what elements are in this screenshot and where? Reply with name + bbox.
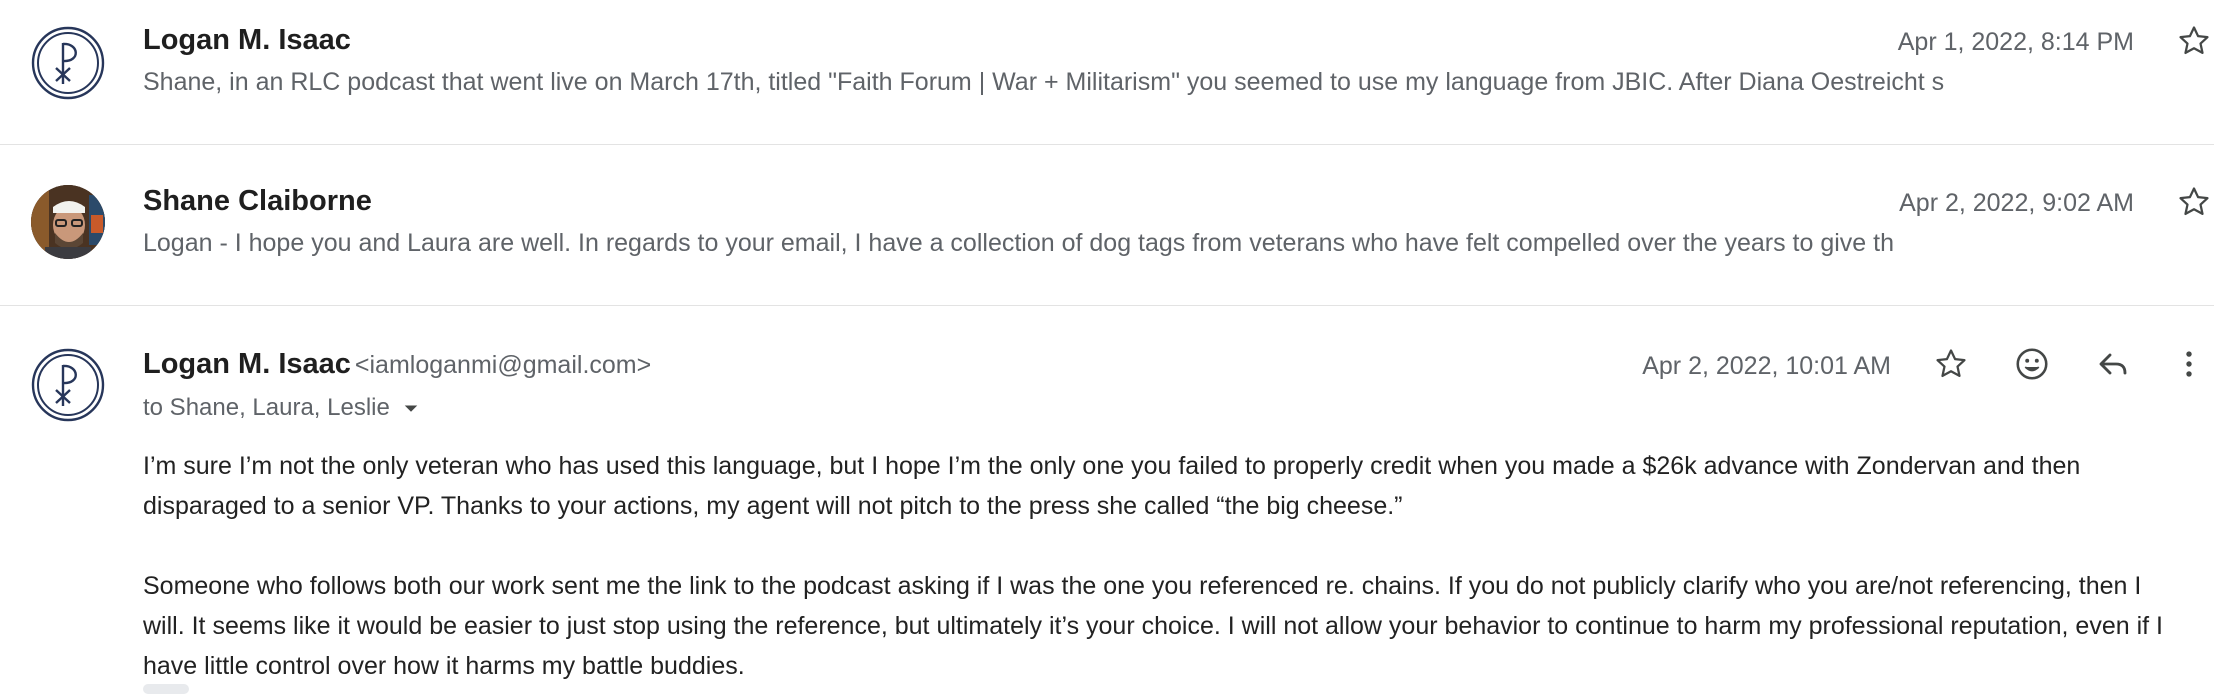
message-body: I’m sure I’m not the only veteran who ha… [143,446,2188,686]
message-date[interactable]: Apr 1, 2022, 8:14 PM [1898,28,2134,57]
chi-rho-logo [31,26,105,100]
chi-rho-logo [31,348,105,422]
star-button[interactable] [2170,178,2214,226]
collapsed-message[interactable]: Logan M. Isaac Apr 1, 2022, 8:14 PM Shan… [0,0,2214,145]
trimmed-content-button[interactable] [143,684,189,694]
sender-name: Shane Claiborne [143,185,372,217]
sender-block: Logan M. Isaac <iamloganmi@gmail.com> [143,348,651,381]
recipients-line[interactable]: to Shane, Laura, Leslie [143,393,426,423]
avatar[interactable] [31,348,105,422]
message-date[interactable]: Apr 2, 2022, 9:02 AM [1899,189,2134,218]
star-button[interactable] [1927,340,1975,388]
message-date[interactable]: Apr 2, 2022, 10:01 AM [1642,352,1891,381]
sender-name: Logan M. Isaac [143,348,351,380]
star-outline-icon [1936,349,1966,378]
star-outline-icon [2179,187,2209,216]
star-outline-icon [2179,26,2209,55]
more-vert-icon [2186,351,2192,377]
expanded-message: Logan M. Isaac <iamloganmi@gmail.com> Apr… [0,306,2214,690]
body-paragraph: I’m sure I’m not the only veteran who ha… [143,452,2081,520]
collapsed-message[interactable]: Shane Claiborne Apr 2, 2022, 9:02 AM Log… [0,145,2214,306]
body-paragraph: Someone who follows both our work sent m… [143,572,2163,680]
sender-name: Logan M. Isaac [143,24,351,56]
recipients-text: to Shane, Laura, Leslie [143,394,390,421]
sender-email: <iamloganmi@gmail.com> [354,351,652,379]
emoji-reaction-button[interactable] [2008,340,2056,388]
reply-icon [2099,353,2127,375]
reply-button[interactable] [2089,340,2137,388]
caret-down-icon[interactable] [396,393,426,423]
avatar[interactable] [31,26,105,100]
emoji-reaction-icon [2016,348,2048,380]
avatar[interactable] [31,185,105,259]
star-button[interactable] [2170,17,2214,65]
email-thread: Logan M. Isaac Apr 1, 2022, 8:14 PM Shan… [0,0,2214,694]
profile-photo [31,185,105,259]
more-options-button[interactable] [2165,340,2213,388]
message-snippet: Shane, in an RLC podcast that went live … [143,68,1945,96]
message-snippet: Logan - I hope you and Laura are well. I… [143,229,1895,257]
